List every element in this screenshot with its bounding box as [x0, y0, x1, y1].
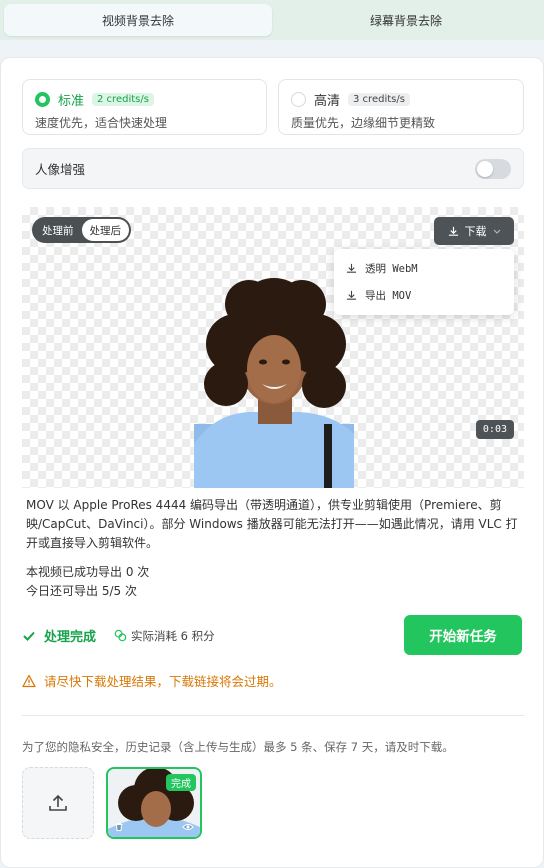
download-button[interactable]: 下载 [434, 217, 514, 245]
mode-hd-title: 高清 [314, 94, 341, 109]
download-icon [346, 263, 357, 273]
menu-item-mov[interactable]: 导出 MOV [334, 282, 514, 309]
new-task-button[interactable]: 开始新任务 [404, 615, 522, 655]
mode-hd-desc: 质量优先，边缘细节更精致 [291, 116, 436, 130]
main-card: 标准 2 credits/s 速度优先，适合快速处理 高清 3 credits/… [0, 57, 544, 868]
warning-icon [22, 674, 36, 687]
status-row: 处理完成 实际消耗 6 积分 [22, 626, 215, 645]
tab-bar: 视频背景去除 绿幕背景去除 [0, 0, 544, 40]
segment-after[interactable]: 处理后 [81, 219, 129, 241]
mode-standard-title: 标准 [58, 94, 85, 109]
check-icon [23, 631, 35, 641]
download-icon [448, 226, 458, 236]
upload-icon [49, 794, 67, 811]
video-timestamp: 0:03 [475, 420, 514, 439]
download-icon [346, 290, 357, 300]
mode-hd-credits-badge: 3 credits/s [348, 93, 410, 106]
mode-standard-desc: 速度优先，适合快速处理 [35, 116, 168, 130]
divider [22, 715, 524, 716]
status-done: 处理完成 [44, 630, 97, 645]
download-menu: 透明 WebM 导出 MOV [334, 249, 514, 315]
remaining-exports: 今日还可导出 5/5 次 [26, 584, 137, 598]
video-preview[interactable]: 处理前 处理后 下载 透明 WebM 导出 MOV 0:03 [22, 207, 524, 488]
cost-text: 实际消耗 6 积分 [131, 628, 215, 643]
mode-standard-credits-badge: 2 credits/s [92, 93, 154, 106]
mov-export-info: MOV 以 Apple ProRes 4444 编码导出（带透明通道），供专业剪… [26, 498, 518, 550]
upload-button[interactable] [22, 767, 94, 839]
expiry-warning-text: 请尽快下载处理结果，下载链接将会过期。 [44, 674, 282, 689]
chevron-down-icon [493, 229, 500, 234]
history-done-badge: 完成 [166, 774, 196, 791]
download-label: 下载 [464, 225, 487, 238]
mode-hd-option[interactable]: 高清 3 credits/s 质量优先，边缘细节更精致 [278, 79, 524, 135]
cost-info: 实际消耗 6 积分 [114, 628, 215, 644]
tab-video-bg-removal[interactable]: 视频背景去除 [4, 4, 272, 36]
menu-item-webm[interactable]: 透明 WebM [334, 255, 514, 282]
export-count: 本视频已成功导出 0 次 [26, 565, 150, 579]
mode-standard-option[interactable]: 标准 2 credits/s 速度优先，适合快速处理 [22, 79, 267, 135]
trash-icon[interactable] [114, 822, 124, 832]
segment-before[interactable]: 处理前 [34, 219, 82, 241]
menu-item-mov-label: 导出 MOV [365, 290, 412, 302]
before-after-switch: 处理前 处理后 [32, 217, 131, 243]
radio-unselected-icon[interactable] [291, 92, 306, 107]
eye-icon[interactable] [182, 822, 194, 832]
subject-image [194, 278, 354, 488]
expiry-warning: 请尽快下载处理结果，下载链接将会过期。 [22, 671, 282, 690]
tab-greenscreen-removal[interactable]: 绿幕背景去除 [272, 4, 540, 36]
portrait-enhance-label: 人像增强 [35, 162, 86, 177]
privacy-note: 为了您的隐私安全，历史记录（含上传与生成）最多 5 条、保存 7 天，请及时下载… [22, 740, 454, 754]
portrait-enhance-toggle[interactable] [475, 158, 511, 179]
menu-item-webm-label: 透明 WebM [365, 263, 418, 275]
coins-icon [114, 629, 127, 642]
portrait-enhance-row: 人像增强 [22, 148, 524, 189]
history-thumbnail[interactable]: 完成 [106, 767, 202, 839]
radio-selected-icon[interactable] [35, 92, 50, 107]
